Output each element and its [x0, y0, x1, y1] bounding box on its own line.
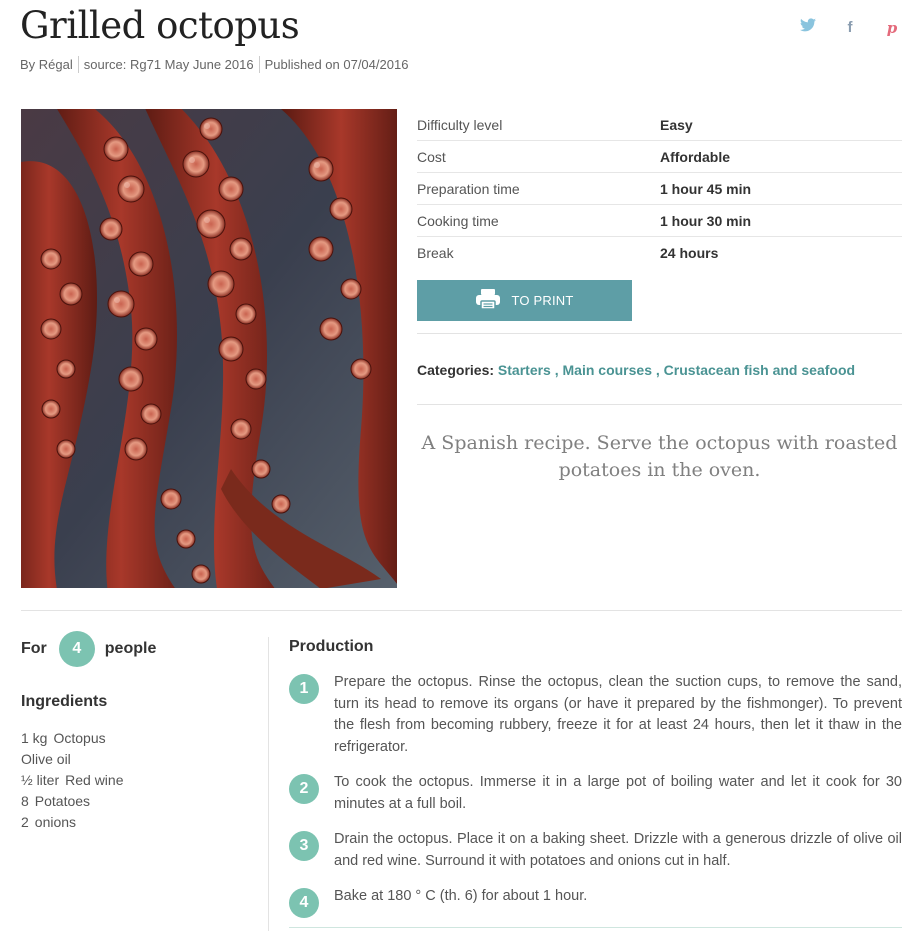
recipe-info-table: Difficulty level Easy Cost Affordable Pr… [417, 109, 902, 269]
info-row-cooking-time: Cooking time 1 hour 30 min [417, 205, 902, 237]
production-heading: Production [289, 638, 374, 655]
info-value: 24 hours [660, 245, 719, 261]
column-divider [268, 637, 269, 931]
printer-icon [475, 288, 501, 313]
info-row-preparation-time: Preparation time 1 hour 45 min [417, 173, 902, 205]
byline-divider [77, 56, 79, 73]
pinterest-icon[interactable]: p [882, 18, 902, 38]
divider [417, 404, 902, 405]
ingredient-name: Red wine [65, 772, 124, 788]
divider [417, 333, 902, 334]
info-label: Break [417, 245, 454, 261]
author[interactable]: By Régal [20, 57, 73, 72]
step-item: 1 Prepare the octopus. Rinse the octopus… [289, 672, 902, 758]
category-link-crustacean-fish-seafood[interactable]: Crustacean fish and seafood [664, 362, 855, 378]
info-label: Difficulty level [417, 116, 503, 133]
byline: By Régal source: Rg71 May June 2016 Publ… [20, 56, 408, 73]
ingredient-name: Olive oil [21, 751, 71, 767]
divider [21, 610, 902, 611]
servings-unit-label: people [104, 640, 157, 657]
ingredients-list: 1 kg Octopus Olive oil ½ liter Red wine 8P… [21, 728, 124, 833]
ingredient-name: onions [34, 814, 77, 830]
servings: For 4 people [21, 631, 156, 667]
info-row-cost: Cost Affordable [417, 141, 902, 173]
ingredients-heading: Ingredients [21, 693, 108, 710]
facebook-icon[interactable]: f [840, 18, 860, 38]
production-steps: 1 Prepare the octopus. Rinse the octopus… [289, 672, 902, 931]
step-number-badge: 3 [289, 831, 319, 861]
ingredient-qty: 8 [21, 793, 29, 809]
info-value: Easy [660, 116, 693, 133]
ingredient-name: Octopus [53, 730, 106, 746]
ingredient-item: Olive oil [21, 749, 124, 770]
ingredient-name: Potatoes [34, 793, 91, 809]
social-share: f p [798, 18, 902, 38]
info-value: Affordable [660, 148, 730, 165]
servings-count-badge[interactable]: 4 [58, 631, 95, 667]
ingredient-item: 8 Potatoes [21, 791, 124, 812]
info-row-break: Break 24 hours [417, 237, 902, 269]
step-item: 4 Bake at 180 ° C (th. 6) for about 1 ho… [289, 886, 902, 918]
source: source: Rg71 May June 2016 [83, 57, 254, 72]
step-number-badge: 1 [289, 674, 319, 704]
category-link-starters[interactable]: Starters [498, 362, 551, 378]
octopus-photo [21, 109, 397, 588]
step-number-badge: 4 [289, 888, 319, 918]
published-date: Published on 07/04/2016 [264, 57, 409, 72]
octopus-photo-illustration [21, 109, 397, 588]
ingredient-qty: ½ liter [21, 772, 60, 788]
step-item: 3 Drain the octopus. Place it on a bakin… [289, 829, 902, 872]
info-value: 1 hour 30 min [660, 212, 752, 229]
step-text: To cook the octopus. Immerse it in a lar… [334, 774, 902, 812]
categories-label: Categories: [417, 362, 495, 378]
servings-for-label: For [21, 640, 47, 657]
step-number-badge: 2 [289, 774, 319, 804]
ingredient-item: 1 kg Octopus [21, 728, 124, 749]
step-text: Bake at 180 ° C (th. 6) for about 1 hour… [334, 888, 588, 904]
info-value: 1 hour 45 min [660, 180, 752, 197]
ingredient-item: ½ liter Red wine [21, 770, 124, 791]
recipe-lead: A Spanish recipe. Serve the octopus with… [421, 432, 898, 481]
print-button-label: TO PRINT [511, 293, 574, 308]
info-row-difficulty: Difficulty level Easy [417, 109, 902, 141]
step-text: Drain the octopus. Place it on a baking … [334, 831, 902, 869]
twitter-icon[interactable] [798, 18, 818, 38]
print-button[interactable]: TO PRINT [417, 280, 632, 321]
ingredient-qty: 1 kg [21, 730, 48, 746]
categories: Categories: Starters , Main courses , Cr… [417, 362, 856, 378]
info-label: Preparation time [417, 180, 520, 197]
section-bottom-border [289, 927, 902, 931]
recipe-title: Grilled octopus [20, 4, 300, 47]
info-label: Cooking time [417, 212, 499, 229]
byline-divider [258, 56, 260, 73]
category-link-main-courses[interactable]: Main courses [563, 362, 652, 378]
ingredient-qty: 2 [21, 814, 29, 830]
info-label: Cost [417, 148, 446, 165]
step-item: 2 To cook the octopus. Immerse it in a l… [289, 772, 902, 815]
ingredient-item: 2 onions [21, 812, 124, 833]
step-text: Prepare the octopus. Rinse the octopus, … [334, 674, 902, 755]
